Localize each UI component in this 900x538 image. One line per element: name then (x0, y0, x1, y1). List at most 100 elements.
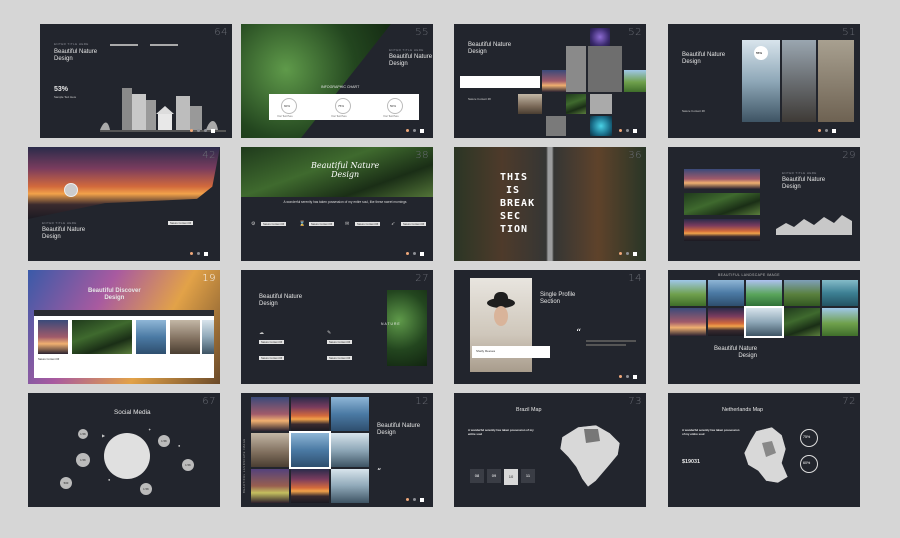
description: A wonderful serenity has taken possessio… (682, 428, 740, 436)
photo-tile (684, 193, 760, 215)
slide-number: 12 (415, 396, 429, 407)
slide-64[interactable]: 64 ENTER TITLE HERE Beautiful Nature Desi… (40, 24, 232, 138)
photo-tile (782, 40, 816, 122)
photo-tile (784, 308, 820, 336)
pager[interactable] (619, 375, 637, 379)
quote: A wonderful serenity has taken possessio… (283, 200, 407, 204)
break-title: THIS IS BREAK SEC TION (500, 172, 536, 235)
content-button[interactable]: Nature Content ## (259, 356, 285, 360)
slide-29[interactable]: 29 ENTER TITLE HERE Beautiful Nature Desi… (668, 147, 860, 261)
slide-27[interactable]: 27 Beautiful Nature Design NATURE ☁ Natur… (241, 270, 433, 384)
pager[interactable] (406, 129, 424, 133)
slide-number: 51 (842, 27, 856, 38)
slide-landscape[interactable]: BEAUTIFUL LANDSCAPE IMAGE Beautiful Natu… (668, 270, 860, 384)
slide-36[interactable]: 36 THIS IS BREAK SEC TION (454, 147, 646, 261)
slide-title: Beautiful Nature Design (782, 177, 826, 190)
pager[interactable] (818, 129, 836, 133)
content-button[interactable]: Nature Content ## (327, 356, 353, 360)
slide-52[interactable]: 52 Beautiful Nature Design Nature Content… (454, 24, 646, 138)
grey-tile (590, 94, 612, 114)
chart-card: 60% 75% 50% Your Text Here Your Text Her… (269, 94, 419, 120)
photo-tile (331, 433, 369, 467)
slide-title: Beautiful Nature Design (54, 49, 98, 62)
slide-number: 72 (842, 396, 856, 407)
browser-card: Nature Content ## (34, 310, 214, 378)
kicker: ENTER TITLE HERE (389, 48, 424, 52)
photo-tile (708, 280, 744, 306)
stat-value: 53% (54, 86, 69, 93)
stat-bubble: 1.5K (78, 429, 88, 439)
slide-number: 73 (628, 396, 642, 407)
photo-tile (708, 308, 744, 336)
slide-19[interactable]: 19 Beautiful Discover Design Nature Conte… (28, 270, 220, 384)
photo-tile (251, 433, 289, 467)
slide-number: 55 (415, 27, 429, 38)
video-icon: ▶ (102, 433, 106, 438)
fern-photo (241, 24, 391, 138)
content-button[interactable]: Nature Content ## (327, 340, 353, 344)
slide-67[interactable]: 67 Social Media 1.5K 1.5K 1.5K 1.5K 500 … (28, 393, 220, 507)
slide-number: 36 (628, 150, 642, 161)
photo-tile (251, 397, 289, 431)
circle-marker (64, 183, 78, 197)
ring-value: 60% (803, 461, 811, 465)
slide-title: Beautiful Nature Design (468, 42, 512, 55)
pager[interactable] (619, 252, 637, 256)
slide-title: Beautiful Nature Design (682, 52, 726, 65)
content-button[interactable]: Nature Content ## (259, 340, 285, 344)
slide-12[interactable]: 12 BEAUTIFUL LANDSCAPE IMAGE Beautiful N… (241, 393, 433, 507)
content-button[interactable]: Nature Content ## (355, 222, 381, 226)
content-button[interactable]: Nature Content ## (168, 221, 194, 225)
pager[interactable] (190, 129, 215, 133)
content-button[interactable]: Nature Content ## (309, 222, 335, 226)
stat-bubble: 500 (60, 477, 72, 489)
slide-title: Brazil Map (516, 407, 542, 413)
stat-bubble: 1.5K (182, 459, 194, 471)
rocket-icon: ➶ (391, 221, 396, 227)
stat-label: Sample Text Here (54, 95, 77, 99)
photo-tile (518, 94, 542, 114)
slide-42[interactable]: 42 ENTER TITLE HERE Beautiful Nature Desi… (28, 147, 220, 261)
pencil-icon: ✎ (327, 330, 332, 336)
photo-tile (251, 469, 289, 503)
photo-tile (331, 397, 369, 431)
slide-14[interactable]: 14 Single Profile Section Shelly Reeves “ (454, 270, 646, 384)
aerial-road-photo (454, 147, 646, 261)
fern-photo (387, 290, 427, 366)
slide-number: 38 (415, 150, 429, 161)
chart-title: INFOGRAPHIC CHART (321, 85, 360, 89)
pager[interactable] (190, 252, 208, 256)
photo-tile (566, 94, 586, 114)
pager[interactable] (406, 252, 424, 256)
photo-tile (684, 169, 760, 189)
pager[interactable] (406, 498, 424, 502)
slide-number: 64 (214, 27, 228, 38)
slide-73[interactable]: 73 Brazil Map A wonderful serenity has t… (454, 393, 646, 507)
kicker: ENTER TITLE HERE (54, 42, 89, 46)
netherlands-map (743, 426, 789, 484)
slide-55[interactable]: 55 ENTER TITLE HERE Beautiful Nature Desi… (241, 24, 433, 138)
kicker: ENTER TITLE HERE (42, 221, 77, 225)
slide-title: Beautiful Nature Design (259, 294, 303, 307)
overlay-label: NATURE (381, 322, 401, 326)
photo-tile (746, 280, 782, 306)
label-bar (150, 44, 178, 46)
pager[interactable] (619, 129, 637, 133)
photo-tile (670, 308, 706, 336)
slide-38[interactable]: Beautiful Nature Design 38 A wonderful se… (241, 147, 433, 261)
content-button[interactable]: Nature Content ## (261, 222, 287, 226)
slide-title: Social Media (114, 409, 151, 416)
grey-tile (566, 46, 586, 92)
kicker: ENTER TITLE HERE (782, 171, 817, 175)
slide-title: Beautiful Discover Design (88, 288, 141, 301)
slide-51[interactable]: 51 Beautiful Nature Design 55% Nature Con… (668, 24, 860, 138)
cloud-icon: ☁ (259, 330, 264, 336)
content-button[interactable]: Nature Content ## (401, 222, 427, 226)
slide-title: Netherlands Map (722, 407, 764, 413)
slide-72[interactable]: 72 Netherlands Map A wonderful serenity … (668, 393, 860, 507)
slide-number: 14 (628, 273, 642, 284)
photo-tile (542, 70, 566, 92)
photo-tile (590, 116, 612, 136)
caption: Nature Content ## (682, 109, 705, 113)
slide-number: 27 (415, 273, 429, 284)
